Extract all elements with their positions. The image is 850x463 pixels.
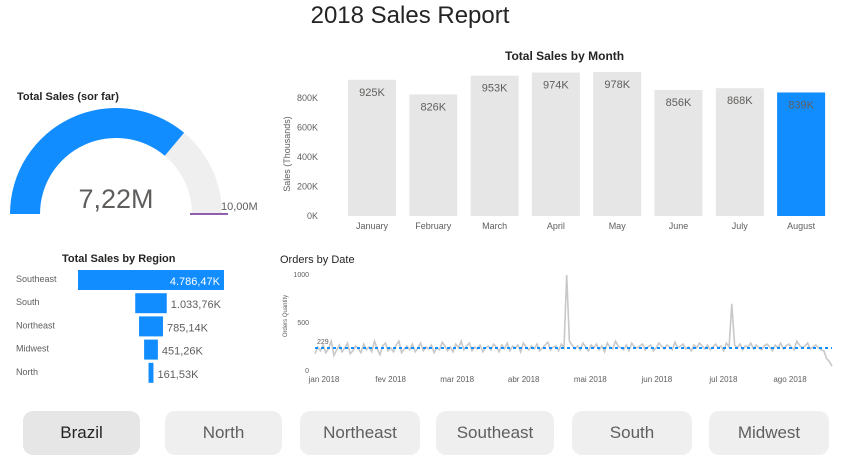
month-category-label: February: [415, 221, 452, 231]
month-bar[interactable]: [470, 75, 519, 216]
orders-y-axis-label: Orders Quantity: [283, 295, 289, 337]
month-y-tick-label: 400K: [297, 152, 318, 162]
gauge-target-label: 10,00M: [221, 201, 258, 213]
orders-x-tick-label: jul 2018: [708, 375, 738, 384]
region-bar-data-label: 1.033,76K: [171, 299, 222, 311]
region-bar[interactable]: [144, 339, 158, 360]
month-category-label: March: [482, 221, 507, 231]
month-y-tick-label: 0K: [307, 211, 318, 221]
month-bar[interactable]: [531, 72, 580, 216]
region-chart-title: Total Sales by Region: [62, 253, 176, 265]
gauge-title: Total Sales (sor far): [17, 91, 119, 103]
month-bar-data-label: 856K: [666, 97, 692, 109]
month-bar-data-label: 868K: [727, 95, 753, 107]
month-category-label: January: [356, 221, 389, 231]
region-bar-data-label: 785,14K: [167, 322, 209, 334]
region-bar[interactable]: [148, 362, 154, 383]
month-bar-data-label: 953K: [482, 83, 508, 95]
gauge-chart: 7,22M 10,00M: [10, 108, 258, 215]
button-midwest[interactable]: Midwest: [709, 411, 829, 455]
region-bar-chart: Southeast 4.786,47K South 1.033,76K Northeas…: [16, 270, 224, 383]
gauge-value: 7,22M: [78, 184, 153, 214]
orders-x-tick-label: jan 2018: [308, 375, 340, 384]
month-bar-data-label: 839K: [788, 99, 814, 111]
region-category-label: Midwest: [16, 344, 50, 354]
button-north[interactable]: North: [165, 411, 282, 455]
month-bar-data-label: 974K: [543, 80, 569, 92]
orders-x-tick-label: fev 2018: [375, 375, 406, 384]
button-northeast[interactable]: Northeast: [300, 411, 420, 455]
month-y-tick-label: 200K: [297, 182, 318, 192]
report-title: 2018 Sales Report: [310, 2, 510, 29]
month-bar[interactable]: [715, 88, 764, 216]
region-category-label: North: [16, 367, 38, 377]
orders-x-tick-label: jun 2018: [641, 375, 673, 384]
region-bar-data-label: 451,26K: [162, 346, 204, 358]
month-bar-data-label: 925K: [359, 87, 385, 99]
month-bar-chart: Sales (Thousands) 0K 200K 400K 600K 800K 925…: [282, 72, 826, 231]
region-category-label: Southeast: [16, 274, 57, 284]
month-bar[interactable]: [348, 79, 396, 216]
orders-series-line: [314, 274, 833, 367]
region-bar-data-label: 4.786,47K: [170, 276, 221, 288]
region-bar[interactable]: [135, 293, 167, 314]
month-bar[interactable]: [593, 72, 642, 216]
orders-y-tick-label: 1000: [293, 272, 309, 279]
month-category-label: May: [609, 221, 627, 231]
orders-line-chart: Orders Quantity 0 500 1000 jan 2018 fev 201…: [283, 272, 833, 384]
orders-x-tick-label: mar 2018: [440, 375, 474, 384]
month-chart-title: Total Sales by Month: [505, 49, 625, 63]
orders-y-tick-label: 0: [305, 368, 309, 375]
region-category-label: South: [16, 297, 40, 307]
orders-x-tick-label: ago 2018: [773, 375, 807, 384]
month-bar-data-label: 978K: [604, 79, 630, 91]
region-category-label: Northeast: [16, 320, 56, 330]
month-category-label: August: [787, 221, 816, 231]
month-category-label: June: [669, 221, 689, 231]
button-brazil[interactable]: Brazil: [23, 411, 140, 455]
month-y-tick-label: 600K: [297, 123, 318, 133]
month-category-label: April: [547, 221, 565, 231]
orders-y-tick-label: 500: [297, 320, 309, 327]
month-category-label: July: [732, 221, 749, 231]
orders-chart-title: Orders by Date: [280, 254, 355, 266]
month-y-tick-label: 800K: [297, 93, 318, 103]
orders-average-label: 229: [317, 339, 329, 346]
orders-x-tick-label: mai 2018: [574, 375, 607, 384]
month-bar-data-label: 826K: [420, 101, 446, 113]
month-y-axis-label: Sales (Thousands): [282, 116, 292, 192]
button-south[interactable]: South: [572, 411, 692, 455]
region-bar-data-label: 161,53K: [157, 369, 199, 381]
button-southeast[interactable]: Southeast: [436, 411, 554, 455]
region-bar[interactable]: [139, 316, 163, 337]
orders-x-tick-label: abr 2018: [508, 375, 540, 384]
